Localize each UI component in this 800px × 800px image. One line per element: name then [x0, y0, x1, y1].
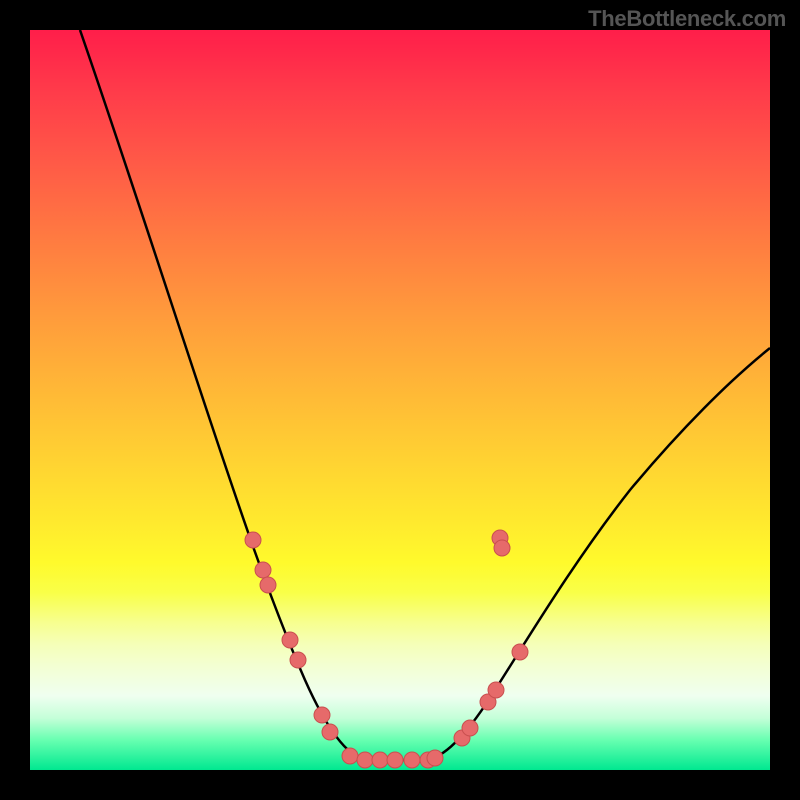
- data-point: [427, 750, 443, 766]
- chart-svg: [30, 30, 770, 770]
- data-points-group: [245, 530, 528, 768]
- data-point: [512, 644, 528, 660]
- watermark-text: TheBottleneck.com: [588, 6, 786, 32]
- data-point: [255, 562, 271, 578]
- bottleneck-curve: [80, 30, 770, 760]
- data-point: [357, 752, 373, 768]
- data-point: [282, 632, 298, 648]
- data-point: [387, 752, 403, 768]
- data-point: [322, 724, 338, 740]
- data-point: [462, 720, 478, 736]
- data-point: [245, 532, 261, 548]
- data-point: [260, 577, 276, 593]
- data-point: [342, 748, 358, 764]
- data-point: [314, 707, 330, 723]
- data-point: [488, 682, 504, 698]
- data-point: [404, 752, 420, 768]
- data-point: [494, 540, 510, 556]
- plot-area: [30, 30, 770, 770]
- data-point: [290, 652, 306, 668]
- data-point: [372, 752, 388, 768]
